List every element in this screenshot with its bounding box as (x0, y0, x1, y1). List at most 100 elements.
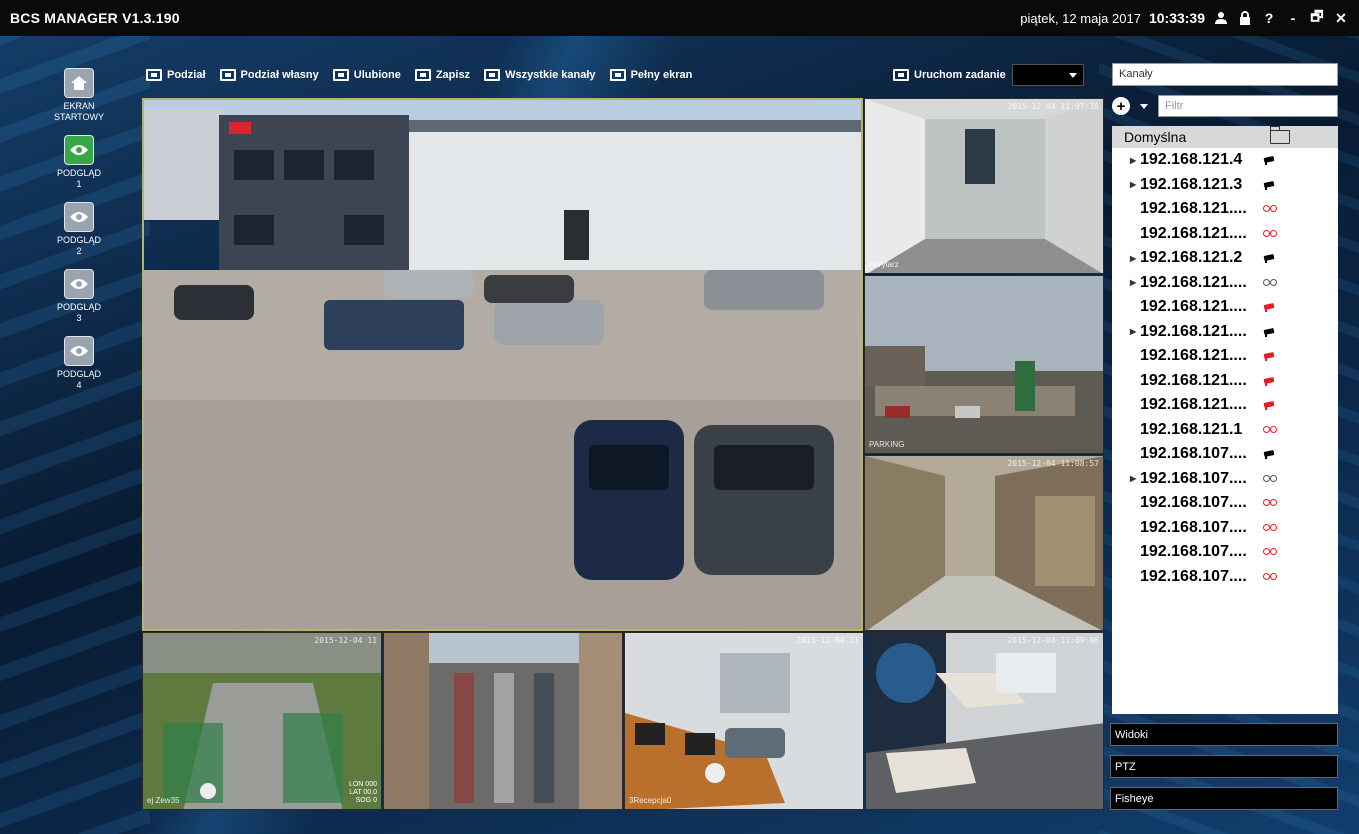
sidebar-item-podglad-2[interactable]: PODGLĄD 2 (57, 202, 101, 257)
podzial-wlasny-button[interactable]: Podział własny (219, 69, 319, 81)
eye-icon (69, 279, 88, 289)
channel-ip-label: 192.168.107.... (1140, 543, 1247, 561)
group-header[interactable]: Domyślna (1112, 126, 1338, 148)
channel-item[interactable]: ▶ 192.168.121.2 (1112, 246, 1338, 271)
channel-item[interactable]: 192.168.121.... (1112, 369, 1338, 394)
camera-main[interactable] (142, 98, 863, 631)
channel-item[interactable]: ▶ 192.168.121.... (1112, 271, 1338, 296)
channel-item[interactable]: ▶ 192.168.121.... (1112, 320, 1338, 345)
channels-search-input[interactable]: Kanały (1112, 63, 1338, 86)
expand-arrow-icon[interactable]: ▶ (1130, 327, 1140, 336)
camera-status-icon (1262, 351, 1278, 362)
channel-item[interactable]: 192.168.107.... (1112, 442, 1338, 467)
title-bar: BCS MANAGER V1.3.190 piątek, 12 maja 201… (0, 0, 1359, 36)
camera-5[interactable]: 2015-12-04 11 ej Zew35 LON 000 LAT 00.0 SO… (142, 632, 382, 810)
expand-arrow-icon[interactable]: ▶ (1130, 180, 1140, 189)
recording-status-icon (1262, 278, 1278, 288)
channel-ip-label: 192.168.107.... (1140, 494, 1247, 512)
channel-ip-label: 192.168.121.... (1140, 273, 1247, 291)
filter-input[interactable]: Filtr (1158, 95, 1338, 117)
add-icon[interactable]: + (1112, 97, 1130, 115)
recording-status-icon (1262, 523, 1278, 533)
group-label: Domyślna (1124, 129, 1187, 145)
task-area: Uruchom zadanie (893, 64, 1084, 86)
expand-arrow-icon[interactable]: ▶ (1130, 278, 1140, 287)
wszystkie-kanaly-button[interactable]: Wszystkie kanały (484, 69, 596, 81)
podglad-1-button[interactable] (63, 135, 94, 165)
zapisz-button[interactable]: Zapisz (414, 69, 470, 81)
sidebar-item-label: PODGLĄD 2 (56, 235, 101, 256)
lock-icon[interactable] (1237, 10, 1253, 26)
filter-row: + Filtr (1112, 94, 1338, 118)
app-title: BCS MANAGER V1.3.190 (10, 10, 180, 26)
restore-icon[interactable]: 🗗 (1309, 8, 1325, 26)
eye-icon (69, 212, 88, 222)
pelny-ekran-button[interactable]: Pełny ekran (609, 69, 692, 81)
expand-arrow-icon[interactable]: ▶ (1130, 254, 1140, 263)
channel-ip-label: 192.168.107.... (1140, 567, 1247, 585)
camera-timestamp: 2015-12-04 11 (314, 636, 377, 645)
channel-ip-label: 192.168.121.3 (1140, 175, 1243, 193)
recording-status-icon (1262, 229, 1278, 239)
podglad-2-button[interactable] (63, 202, 94, 232)
uruchom-zadanie-button[interactable]: Uruchom zadanie (893, 69, 1006, 81)
channel-item[interactable]: 192.168.107.... (1112, 491, 1338, 516)
sidebar-item-podglad-1[interactable]: PODGLĄD 1 (57, 135, 101, 190)
channel-item[interactable]: ▶ 192.168.107.... (1112, 467, 1338, 492)
expand-arrow-icon[interactable]: ▶ (1130, 156, 1140, 165)
help-icon[interactable]: ? (1261, 10, 1277, 26)
fisheye-button[interactable]: Fisheye (1110, 787, 1338, 810)
task-select[interactable] (1011, 64, 1084, 86)
camera-name: ej Zew35 (147, 796, 180, 805)
camera-2[interactable]: 2015-12-04 11:07:38 Korytarz (864, 98, 1104, 274)
ptz-button[interactable]: PTZ (1110, 755, 1338, 778)
channel-ip-label: 192.168.121.... (1140, 371, 1247, 389)
podglad-3-button[interactable] (63, 269, 94, 299)
camera-timestamp: 2015-12-04 11 (796, 636, 859, 645)
camera-timestamp: 2015-12-04 11:09:06 (1007, 636, 1099, 645)
podglad-4-button[interactable] (63, 336, 94, 366)
sidebar-item-label: PODGLĄD 3 (56, 302, 101, 323)
channel-item[interactable]: 192.168.121.... (1112, 222, 1338, 247)
channel-item[interactable]: 192.168.107.... (1112, 516, 1338, 541)
fullscreen-icon (609, 69, 626, 81)
chevron-down-icon[interactable] (1140, 103, 1148, 109)
channel-item[interactable]: 192.168.121.... (1112, 393, 1338, 418)
user-icon[interactable] (1213, 10, 1229, 26)
channel-item[interactable]: 192.168.121.... (1112, 197, 1338, 222)
camera-6[interactable] (383, 632, 623, 810)
minimize-icon[interactable]: - (1285, 10, 1301, 26)
channel-item[interactable]: 192.168.121.1 (1112, 418, 1338, 443)
channel-item[interactable]: 192.168.121.... (1112, 344, 1338, 369)
camera-timestamp: 2015-12-04 11:08:57 (1007, 459, 1099, 468)
camera-status-icon (1262, 180, 1278, 190)
camera-4[interactable]: 2015-12-04 11:08:57 (864, 455, 1104, 631)
channel-item[interactable]: 192.168.107.... (1112, 540, 1338, 565)
channel-item[interactable]: ▶ 192.168.121.4 (1112, 148, 1338, 173)
channel-ip-label: 192.168.121.4 (1140, 151, 1243, 169)
save-icon (414, 69, 431, 81)
camera-7[interactable]: 2015-12-04 11 3Recepcja0 (624, 632, 864, 810)
channel-item[interactable]: ▶ 192.168.121.3 (1112, 173, 1338, 198)
toolbar: Podział Podział własny Ulubione Zapisz W… (146, 64, 692, 86)
home-icon (70, 76, 87, 90)
sidebar-item-podglad-4[interactable]: PODGLĄD 4 (57, 336, 101, 391)
camera-status-icon (1262, 400, 1278, 411)
camera-8[interactable]: 2015-12-04 11:09:06 (865, 632, 1104, 810)
podzial-button[interactable]: Podział (146, 69, 206, 81)
channel-item[interactable]: 192.168.107.... (1112, 565, 1338, 590)
sidebar-item-podglad-3[interactable]: PODGLĄD 3 (57, 269, 101, 324)
expand-arrow-icon[interactable]: ▶ (1130, 474, 1140, 483)
close-icon[interactable]: ✕ (1333, 10, 1349, 26)
home-button[interactable] (63, 68, 94, 98)
channel-ip-label: 192.168.121.... (1140, 298, 1247, 316)
left-sidebar: EKRAN STARTOWY PODGLĄD 1 PODGLĄD 2 PODGLĄD 3… (44, 68, 114, 403)
camera-status-icon (1262, 376, 1278, 386)
widoki-button[interactable]: Widoki (1110, 723, 1338, 746)
channel-item[interactable]: 192.168.121.... (1112, 295, 1338, 320)
camera-name: PARKING (869, 440, 905, 449)
time-label: 10:33:39 (1148, 10, 1205, 26)
ulubione-button[interactable]: Ulubione (332, 69, 401, 81)
sidebar-item-home[interactable]: EKRAN STARTOWY (54, 68, 104, 123)
camera-3[interactable]: PARKING (864, 275, 1104, 454)
